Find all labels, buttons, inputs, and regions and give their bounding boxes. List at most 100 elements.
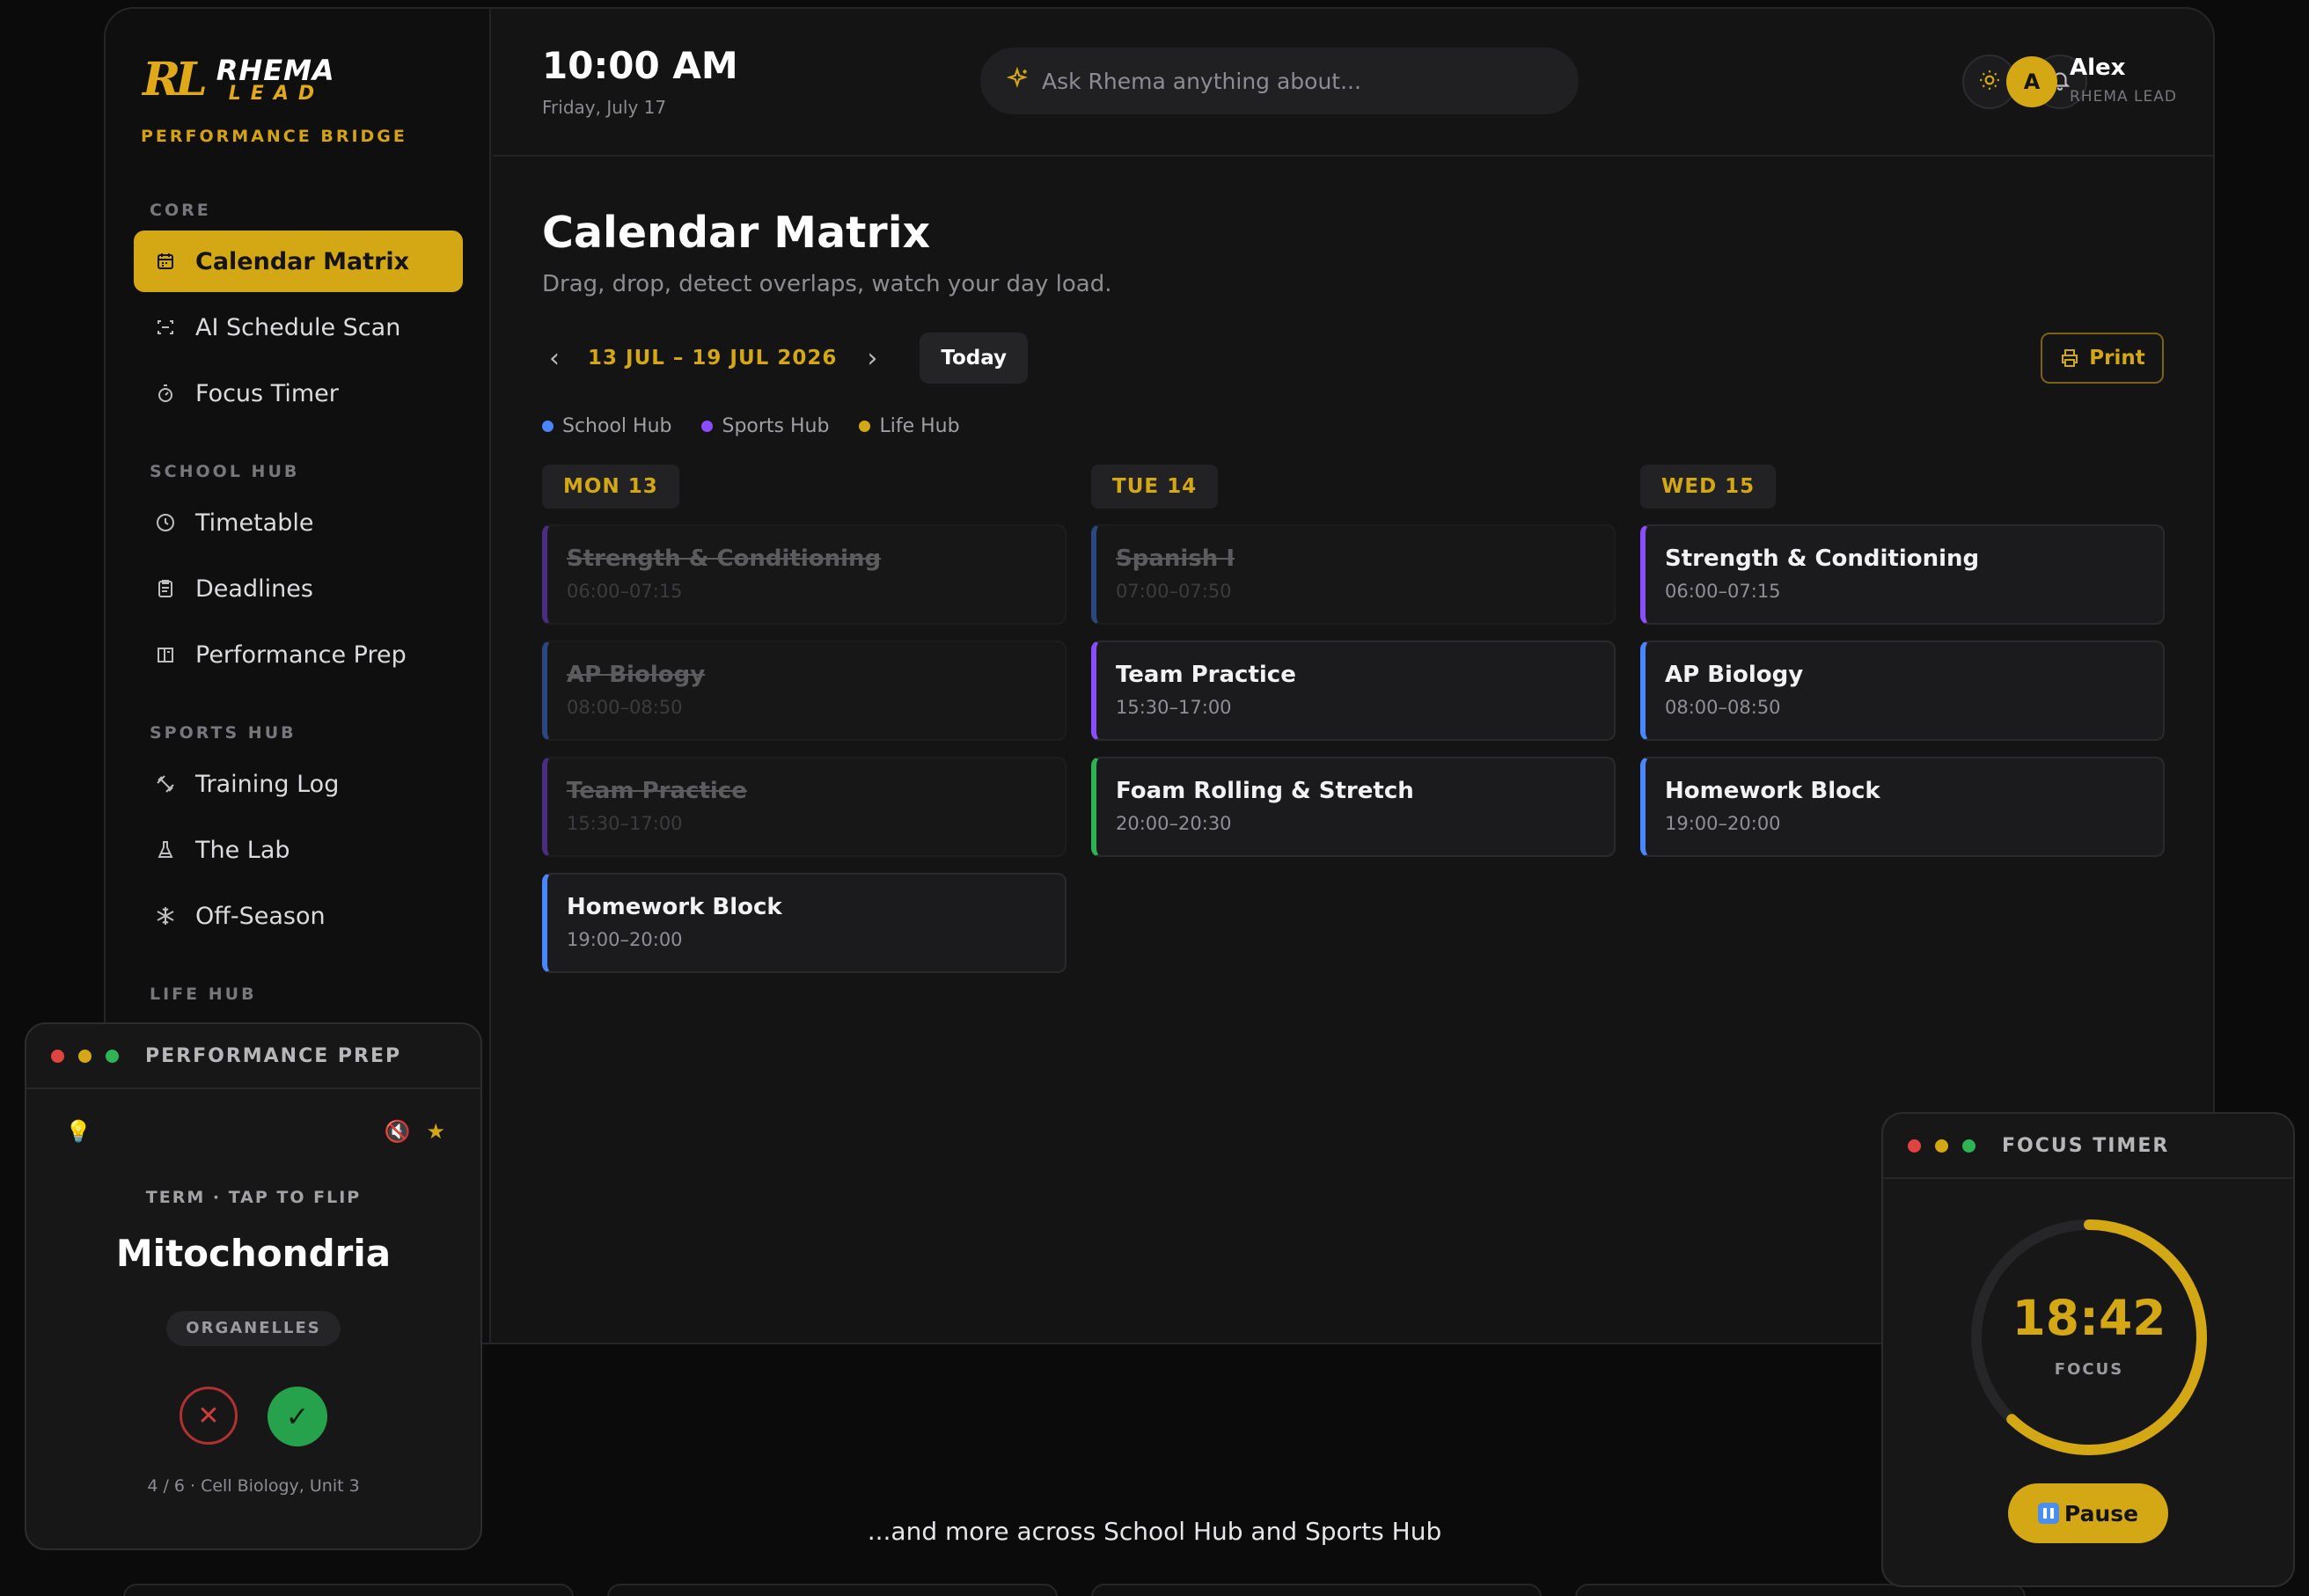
sidebar-item-off-season[interactable]: Off-Season [134, 885, 463, 947]
event-card[interactable]: Team Practice 15:30–17:00 [542, 757, 1067, 857]
timer-display: 18:42 [2012, 1290, 2166, 1346]
flashcard-progress: 4 / 6 · Cell Biology, Unit 3 [147, 1476, 360, 1496]
day-header: WED 15 [1640, 465, 1777, 509]
event-title: Team Practice [1116, 662, 1296, 688]
search-placeholder: Ask Rhema anything about... [1042, 68, 1361, 94]
logo-mark: RL [143, 53, 208, 106]
lightbulb-icon[interactable]: 💡 [65, 1119, 92, 1144]
sidebar-item-performance-prep[interactable]: Performance Prep [134, 624, 463, 685]
maximize-dot[interactable] [1962, 1138, 1975, 1153]
sidebar-item-label: Training Log [195, 770, 340, 798]
event-card[interactable]: Homework Block 19:00–20:00 [542, 873, 1067, 973]
hub-legend: School Hub Sports Hub Life Hub [542, 415, 990, 437]
snowflake-icon [153, 904, 178, 928]
minimize-dot[interactable] [78, 1049, 92, 1063]
legend-item-school-hub: School Hub [542, 415, 671, 437]
ask-rhema-search[interactable]: Ask Rhema anything about... [980, 48, 1579, 114]
speaker-muted-icon[interactable]: 🔇 [385, 1119, 411, 1144]
avatar[interactable]: A [2006, 56, 2057, 107]
day-column-tue: TUE 14 Spanish I 07:00–07:50 Team Practi… [1091, 465, 1616, 857]
day-header: TUE 14 [1091, 465, 1219, 509]
legend-item-sports-hub: Sports Hub [701, 415, 829, 437]
event-title: Homework Block [1665, 778, 1880, 804]
sparkle-icon [1006, 66, 1030, 96]
flask-icon [153, 838, 178, 862]
preview-card [123, 1584, 574, 1596]
event-title: Spanish I [1116, 545, 1235, 572]
close-dot[interactable] [1908, 1138, 1921, 1153]
chevron-left-icon[interactable]: ‹ [542, 343, 567, 374]
sidebar-item-focus-timer[interactable]: Focus Timer [134, 362, 463, 424]
print-button[interactable]: Print [2041, 333, 2164, 384]
sidebar-item-deadlines[interactable]: Deadlines [134, 558, 463, 619]
event-title: AP Biology [567, 662, 706, 688]
sidebar-item-calendar-matrix[interactable]: Calendar Matrix [134, 231, 463, 292]
performance-prep-window: PERFORMANCE PREP 💡 🔇 ★ TERM · TAP TO FLI… [25, 1022, 482, 1550]
legend-dot [542, 421, 553, 432]
event-card[interactable]: AP Biology 08:00–08:50 [542, 641, 1067, 741]
star-icon[interactable]: ★ [426, 1119, 445, 1144]
event-time: 06:00–07:15 [1665, 581, 1781, 602]
scan-icon [153, 315, 178, 340]
sidebar-item-timetable[interactable]: Timetable [134, 492, 463, 553]
sidebar-item-label: AI Schedule Scan [195, 313, 401, 341]
section-label-school-hub: SCHOOL HUB [150, 462, 300, 481]
minimize-dot[interactable] [1935, 1138, 1948, 1153]
pause-label: Pause [2063, 1500, 2139, 1526]
today-button[interactable]: Today [920, 333, 1029, 384]
event-title: Strength & Conditioning [1665, 545, 1980, 572]
event-title: Strength & Conditioning [567, 545, 882, 572]
pause-button[interactable]: Pause [2008, 1483, 2168, 1543]
flashcard-tag: ORGANELLES [166, 1311, 341, 1346]
legend-label: School Hub [562, 415, 672, 437]
sidebar-item-ai-schedule-scan[interactable]: AI Schedule Scan [134, 297, 463, 358]
flashcard-term[interactable]: Mitochondria [26, 1232, 480, 1275]
calendar-icon [153, 249, 178, 274]
event-card[interactable]: AP Biology 08:00–08:50 [1640, 641, 2165, 741]
x-icon: ✕ [197, 1400, 220, 1431]
legend-label: Life Hub [879, 415, 960, 437]
sidebar-item-training-log[interactable]: Training Log [134, 753, 463, 815]
chevron-right-icon[interactable]: › [860, 343, 884, 374]
book-icon [153, 642, 178, 667]
week-navigation: ‹ 13 JUL – 19 JUL 2026 › Today [542, 333, 1029, 384]
event-time: 08:00–08:50 [567, 697, 683, 718]
flashcard-kicker: TERM · TAP TO FLIP [145, 1188, 362, 1207]
event-card[interactable]: Strength & Conditioning 06:00–07:15 [542, 524, 1067, 625]
event-time: 07:00–07:50 [1116, 581, 1232, 602]
event-time: 20:00–20:30 [1116, 813, 1232, 834]
sidebar-item-label: Calendar Matrix [195, 247, 410, 275]
page-subtitle: Drag, drop, detect overlaps, watch your … [542, 271, 1112, 297]
user-name: Alex [2070, 55, 2126, 81]
event-card[interactable]: Strength & Conditioning 06:00–07:15 [1640, 524, 2165, 625]
sidebar-item-label: Performance Prep [195, 641, 407, 669]
event-card[interactable]: Spanish I 07:00–07:50 [1091, 524, 1616, 625]
check-icon: ✓ [285, 1400, 310, 1433]
legend-label: Sports Hub [722, 415, 830, 437]
event-title: AP Biology [1665, 662, 1804, 688]
event-card[interactable]: Homework Block 19:00–20:00 [1640, 757, 2165, 857]
mark-correct-button[interactable]: ✓ [268, 1387, 327, 1446]
flashcard-answer-buttons: ✕ ✓ [26, 1387, 480, 1446]
clipboard-icon [153, 576, 178, 601]
logo-word-lead: LEAD [228, 82, 325, 105]
sidebar-item-the-lab[interactable]: The Lab [134, 819, 463, 881]
event-card[interactable]: Foam Rolling & Stretch 20:00–20:30 [1091, 757, 1616, 857]
current-time: 10:00 AM [542, 44, 738, 87]
logo[interactable]: RL RHEMA LEAD [143, 53, 335, 106]
mark-wrong-button[interactable]: ✕ [180, 1387, 238, 1445]
day-header: MON 13 [542, 465, 679, 509]
user-role: RHEMA LEAD [2070, 88, 2177, 106]
maximize-dot[interactable] [106, 1049, 119, 1063]
event-time: 19:00–20:00 [1665, 813, 1781, 834]
pause-icon [2037, 1503, 2059, 1524]
brand-subtitle: PERFORMANCE BRIDGE [141, 127, 407, 146]
legend-dot [701, 421, 714, 432]
close-dot[interactable] [51, 1049, 64, 1063]
dumbbell-icon [153, 772, 178, 796]
event-card[interactable]: Team Practice 15:30–17:00 [1091, 641, 1616, 741]
sidebar-item-label: Deadlines [195, 575, 313, 603]
timer-mode-label: FOCUS [2054, 1360, 2124, 1379]
logo-word-rhema: RHEMA [216, 53, 335, 87]
flashcard-toolbar: 💡 🔇 ★ [65, 1119, 445, 1144]
